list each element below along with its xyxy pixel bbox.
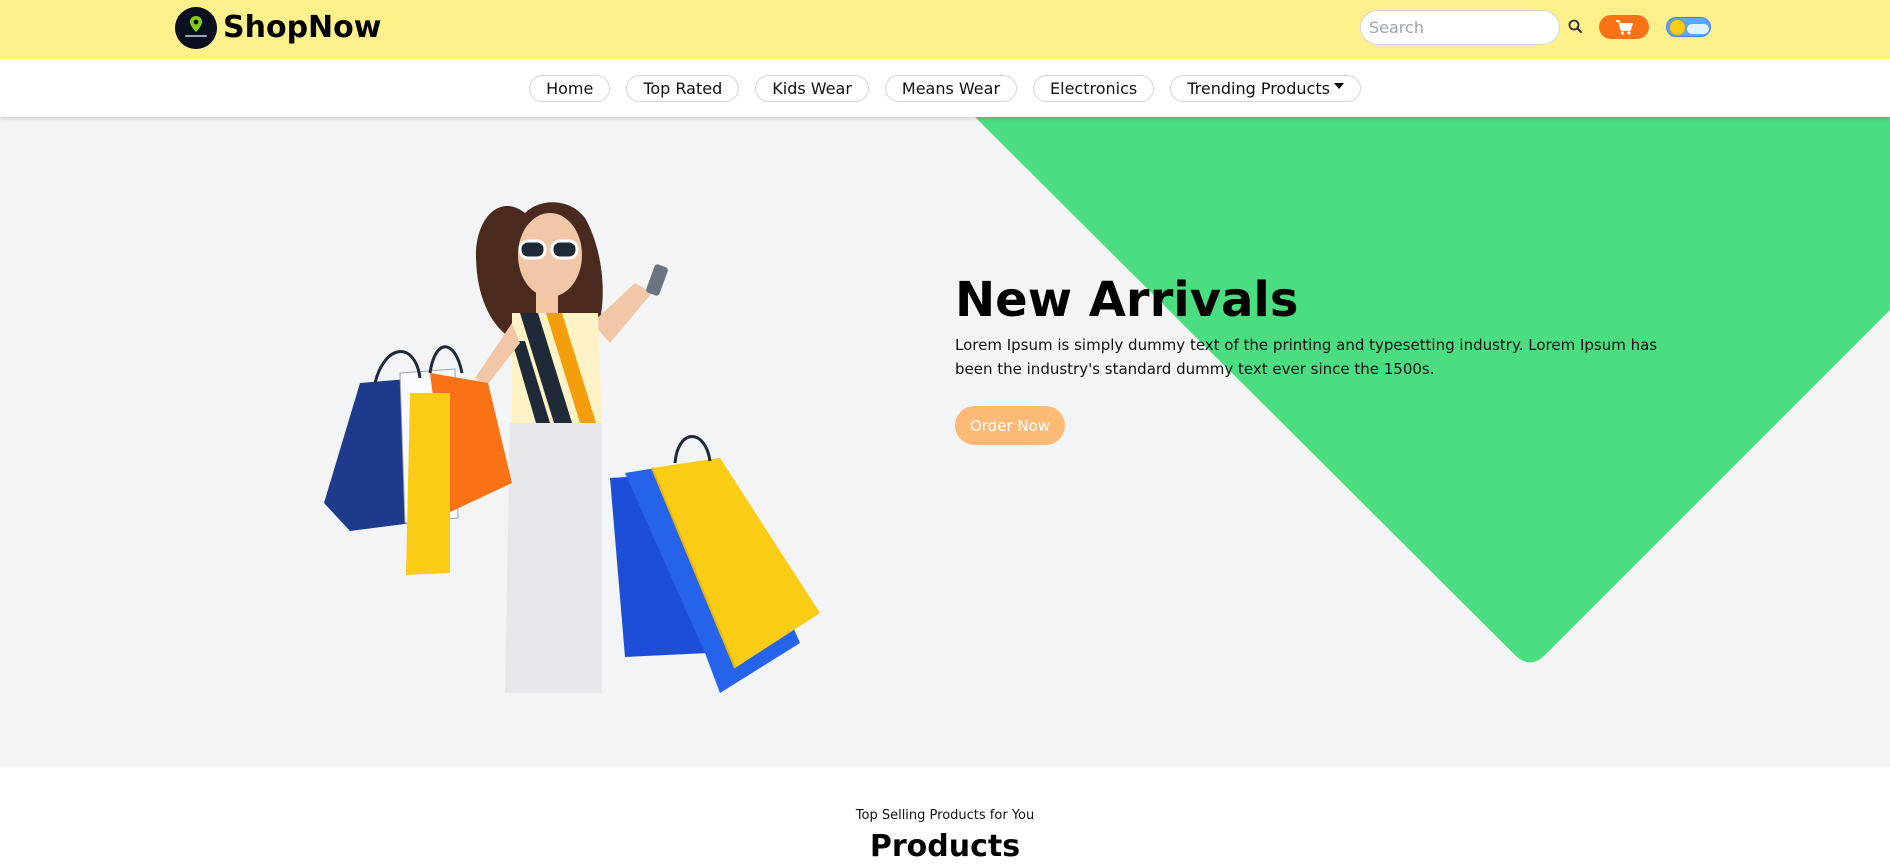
nav-item-label: Home: [546, 79, 594, 98]
search-icon: [1568, 19, 1582, 33]
top-bar: ShopNow: [0, 0, 1890, 59]
nav-item-label: Electronics: [1050, 79, 1138, 98]
nav-list: Home Top Rated Kids Wear Means Wear Elec…: [0, 75, 1890, 102]
nav-item-means-wear[interactable]: Means Wear: [884, 75, 1018, 102]
products-subtitle: Top Selling Products for You: [855, 808, 1035, 823]
search-input[interactable]: [1360, 10, 1560, 45]
brand-name[interactable]: ShopNow: [223, 9, 381, 47]
hero-banner: New Arrivals Lorem Ipsum is simply dummy…: [0, 117, 1890, 767]
nav-item-label: Kids Wear: [772, 79, 852, 98]
hero-description: Lorem Ipsum is simply dummy text of the …: [955, 336, 1658, 378]
nav-item-top-rated[interactable]: Top Rated: [626, 75, 740, 102]
shopping-woman-image: [324, 202, 820, 693]
nav-item-kids-wear[interactable]: Kids Wear: [755, 75, 869, 102]
nav-item-trending-products[interactable]: Trending Products: [1170, 75, 1361, 102]
theme-toggle[interactable]: [1666, 17, 1711, 37]
nav-item-label: Means Wear: [901, 79, 1001, 98]
nav-item-label: Trending Products: [1187, 79, 1330, 98]
nav-item-home[interactable]: Home: [529, 75, 611, 102]
products-title: Products: [869, 829, 1021, 864]
main-navigation: Home Top Rated Kids Wear Means Wear Elec…: [0, 59, 1890, 117]
sun-icon: [1670, 20, 1685, 35]
cart-icon: [1616, 20, 1633, 35]
search-button[interactable]: [1566, 16, 1586, 38]
caret-down-icon: [1333, 82, 1344, 89]
cloud-icon: [1687, 24, 1709, 34]
order-now-button[interactable]: Order Now: [955, 406, 1065, 445]
logo-icon[interactable]: [175, 7, 217, 49]
cart-button[interactable]: [1599, 15, 1649, 39]
nav-item-electronics[interactable]: Electronics: [1033, 75, 1155, 102]
hero-title: New Arrivals: [955, 272, 1299, 328]
nav-item-label: Top Rated: [643, 79, 723, 98]
